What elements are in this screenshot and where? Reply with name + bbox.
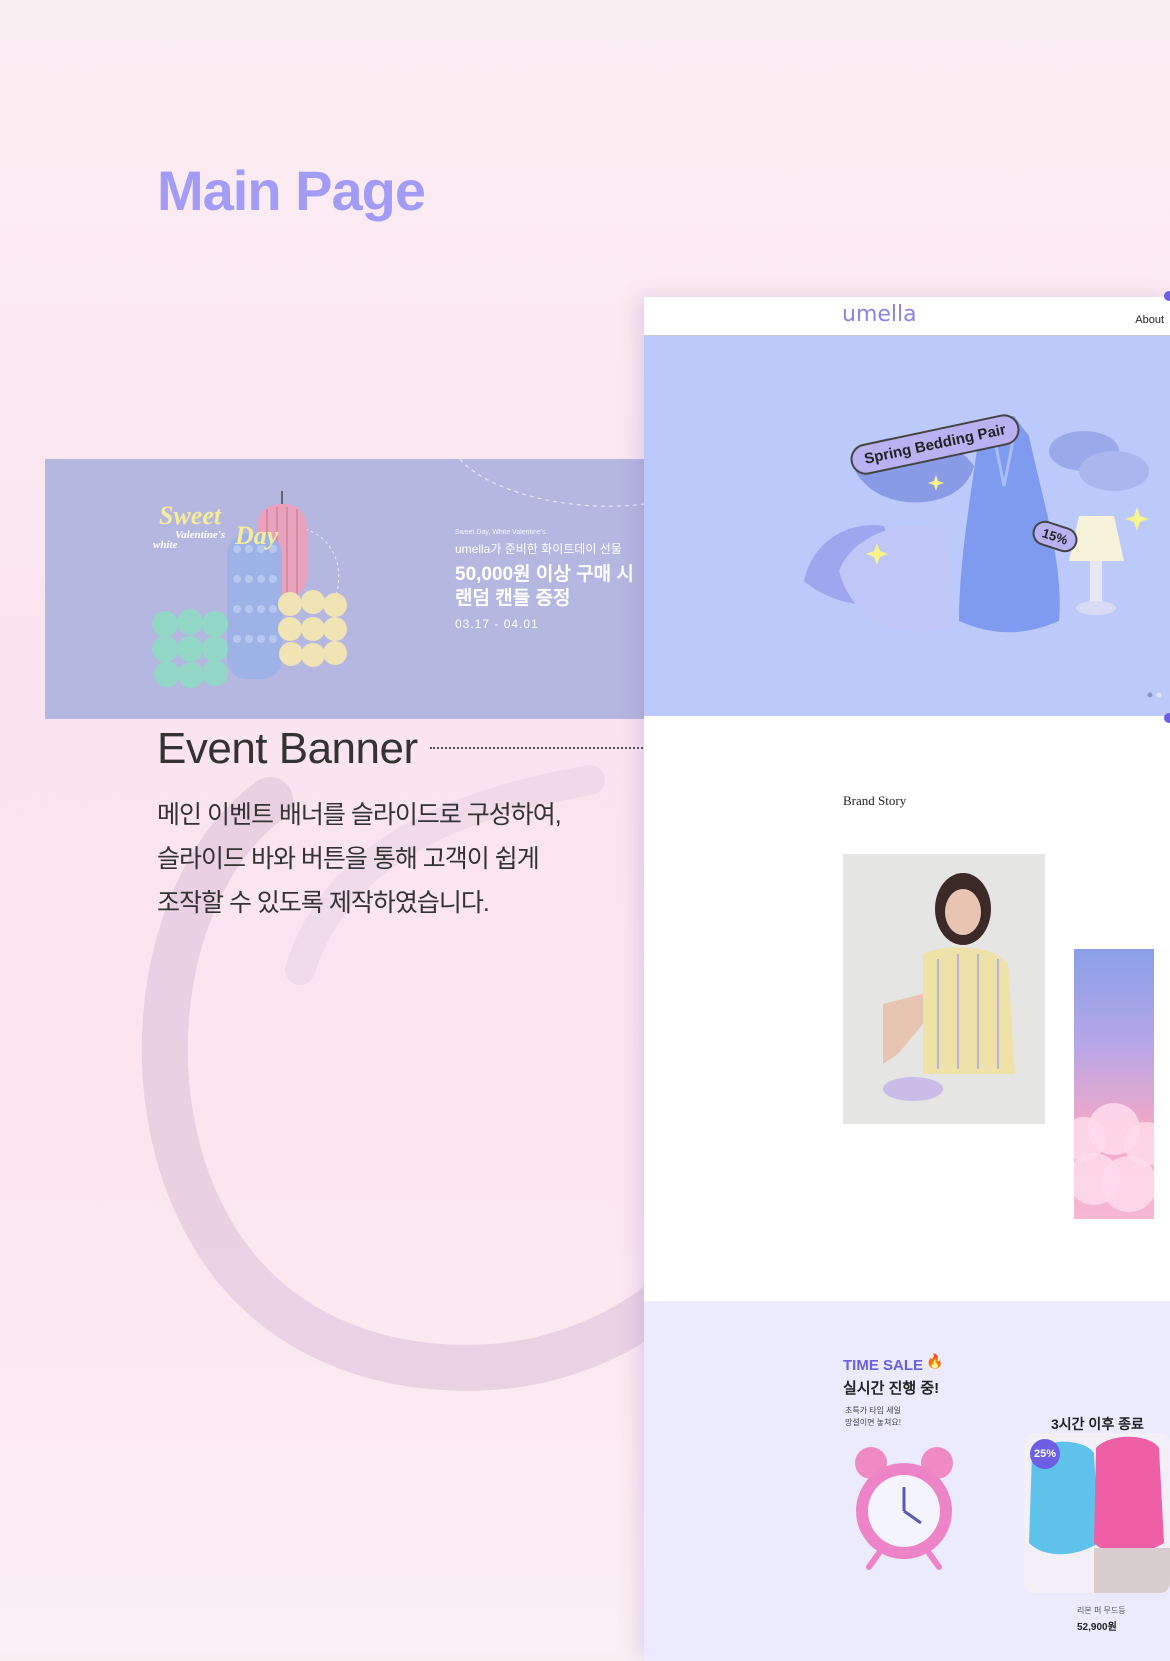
hero-banner[interactable]: Spring Bedding Pair 15% bbox=[644, 336, 1170, 716]
description-line-2: 슬라이드 바와 버튼을 통해 고객이 쉽게 bbox=[157, 845, 540, 873]
fire-icon: 🔥 bbox=[926, 1353, 944, 1369]
event-date-range: 03.17 - 04.01 bbox=[455, 617, 539, 631]
site-header: umella About bbox=[644, 297, 1170, 336]
side-indicator-dot bbox=[1164, 713, 1170, 723]
time-sale-note-line-1: 초특가 타임 세일 bbox=[845, 1406, 901, 1415]
site-logo[interactable]: umella bbox=[842, 302, 917, 327]
event-banner[interactable]: Sweet Valentine's white Day Sweet Day, W… bbox=[45, 459, 645, 719]
event-subtitle: umella가 준비한 화이트데이 선물 bbox=[455, 542, 622, 556]
cloud-illustration bbox=[1074, 1103, 1154, 1212]
time-sale-note-line-2: 망설이면 놓쳐요! bbox=[845, 1418, 901, 1427]
section-title: Event Banner bbox=[157, 724, 418, 773]
section-description: 메인 이벤트 배너를 슬라이드로 구성하여, 슬라이드 바와 버튼을 통해 고객… bbox=[157, 793, 617, 925]
script-white: white bbox=[153, 539, 178, 551]
product-name: 리본 퍼 무드등 bbox=[1077, 1606, 1126, 1615]
script-sweet: Sweet bbox=[159, 501, 222, 530]
time-sale-ends: 3시간 이후 종료 bbox=[1051, 1416, 1144, 1432]
time-sale-title: TIME SALE bbox=[843, 1357, 924, 1374]
product-discount-badge: 25% bbox=[1030, 1439, 1060, 1469]
website-mockup: umella About Spring Bedding Pair 15% Bra… bbox=[644, 297, 1170, 1661]
product-card[interactable]: 25% bbox=[1024, 1433, 1170, 1593]
brand-photo-model bbox=[843, 854, 1045, 1124]
alarm-clock-icon bbox=[855, 1447, 953, 1570]
event-headline-line-1: 50,000원 이상 구매 시 bbox=[455, 564, 634, 585]
event-banner-text: Sweet Day, White Valentine's umella가 준비한… bbox=[455, 529, 634, 631]
time-sale-note: 초특가 타임 세일 망설이면 놓쳐요! bbox=[845, 1405, 901, 1429]
event-headline: 50,000원 이상 구매 시 랜덤 캔들 증정 bbox=[455, 563, 634, 611]
script-day: Day bbox=[235, 521, 279, 550]
brand-story-title: Brand Story bbox=[843, 793, 907, 808]
brand-photo-sky bbox=[1074, 949, 1154, 1219]
description-line-1: 메인 이벤트 배너를 슬라이드로 구성하여, bbox=[157, 801, 562, 829]
product-price: 52,900원 bbox=[1077, 1622, 1117, 1633]
side-indicator-dot bbox=[1164, 291, 1170, 301]
event-small-caption: Sweet Day, White Valentine's bbox=[455, 529, 546, 536]
slider-dots[interactable] bbox=[1146, 691, 1166, 699]
time-sale-subtitle: 실시간 진행 중! bbox=[843, 1380, 940, 1397]
model-illustration bbox=[843, 854, 1045, 1124]
time-sale-section: TIME SALE 🔥 실시간 진행 중! 초특가 타임 세일 망설이면 놓쳐요… bbox=[644, 1301, 1170, 1661]
page-heading: Main Page bbox=[157, 159, 426, 222]
description-line-3: 조작할 수 있도록 제작하였습니다. bbox=[157, 889, 490, 917]
nav-about[interactable]: About bbox=[1135, 314, 1164, 326]
script-valentine: Valentine's bbox=[175, 529, 226, 541]
event-headline-line-2: 랜덤 캔들 증정 bbox=[455, 588, 571, 609]
